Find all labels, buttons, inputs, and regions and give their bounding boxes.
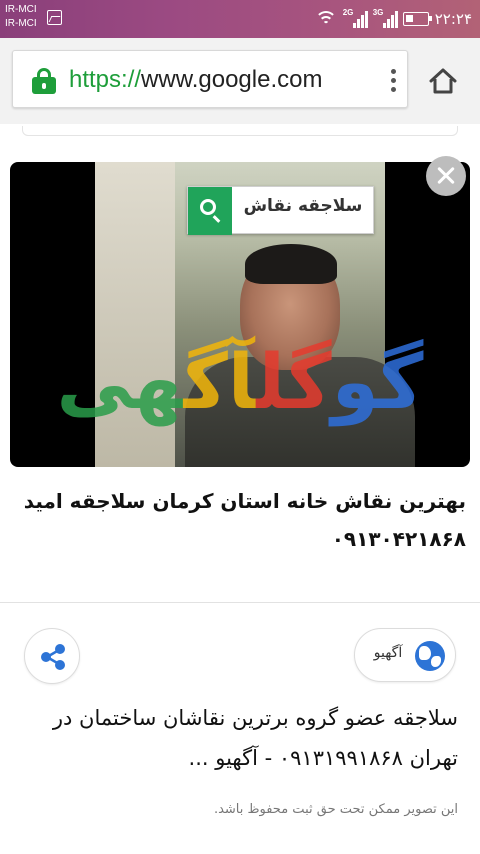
wifi-icon (314, 11, 337, 27)
status-bar: IR-MCI IR-MCI 2G 3G ۲۲:۲۴ (0, 0, 480, 38)
image-search-overlay: سلاجقه نقاش (187, 186, 374, 235)
image-result-page: سلاجقه نقاش گوگلآگهی بهترین نقاش خانه اس… (0, 124, 480, 854)
divider (0, 602, 480, 603)
result-description[interactable]: سلاجقه عضو گروه برترین نقاشان ساختمان در… (20, 698, 458, 778)
more-vert-icon[interactable] (388, 69, 398, 95)
status-icons: 2G 3G ۲۲:۲۴ (314, 6, 472, 32)
browser-toolbar: https://www.google.com (0, 38, 480, 124)
image-title[interactable]: بهترین نقاش خانه استان کرمان سلاجقه امید… (20, 482, 466, 558)
signal-2g-icon: 2G (342, 8, 368, 28)
clock: ۲۲:۲۴ (434, 10, 472, 28)
home-icon[interactable] (428, 66, 458, 96)
lock-icon[interactable] (32, 68, 56, 94)
url-text[interactable]: https://www.google.com (69, 65, 322, 95)
globe-icon (415, 641, 445, 671)
copyright-notice: این تصویر ممکن تحت حق ثبت محفوظ باشد. (213, 802, 458, 817)
search-icon (200, 199, 216, 215)
network-label-3g: 3G (372, 8, 384, 17)
address-bar[interactable]: https://www.google.com (12, 50, 408, 108)
battery-icon (402, 12, 432, 26)
signal-3g-icon: 3G (372, 8, 398, 28)
source-site-button[interactable]: آگهیو (354, 628, 456, 682)
carrier-1: IR-MCI (5, 4, 37, 15)
previous-card-edge (22, 126, 458, 136)
share-icon (41, 644, 65, 670)
image-notification-icon (47, 10, 62, 25)
url-host: www.google.com (141, 66, 323, 93)
image-preview-card: سلاجقه نقاش گوگلآگهی بهترین نقاش خانه اس… (0, 144, 480, 604)
url-scheme: https:// (69, 66, 142, 93)
result-image[interactable]: سلاجقه نقاش گوگلآگهی (10, 162, 470, 467)
carrier-labels: IR-MCI IR-MCI (5, 3, 37, 31)
overlay-search-text: سلاجقه نقاش (243, 196, 363, 216)
close-icon[interactable] (426, 156, 466, 196)
network-label-2g: 2G (342, 8, 354, 17)
source-name: آگهیو (373, 645, 403, 661)
carrier-2: IR-MCI (5, 18, 37, 29)
share-button[interactable] (24, 628, 80, 684)
watermark-logo: گوگلآگهی (56, 337, 426, 426)
